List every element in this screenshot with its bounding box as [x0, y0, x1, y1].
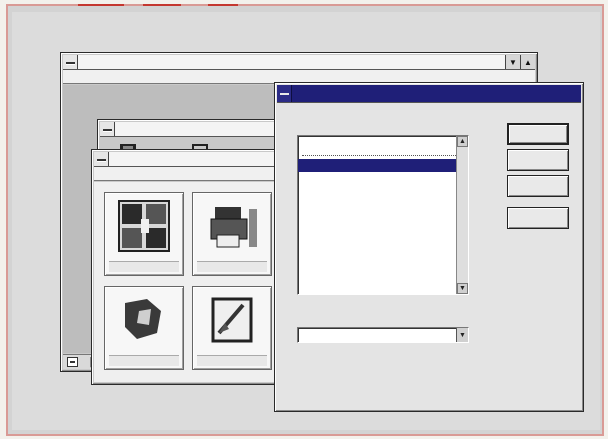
item-listbox[interactable]: ▲ ▼ [297, 135, 469, 295]
dialog-titlebar[interactable] [277, 85, 581, 103]
frame-mark [143, 4, 181, 6]
minimize-button[interactable]: ▼ [505, 55, 520, 69]
system-menu-icon[interactable] [63, 55, 78, 69]
scroll-up-arrow-icon[interactable]: ▲ [457, 136, 468, 147]
program-tile[interactable] [104, 286, 184, 370]
frame-mark [78, 4, 124, 6]
list-item[interactable] [298, 138, 468, 151]
shape-icon [125, 299, 161, 339]
dropdown-arrow-icon[interactable]: ▼ [456, 328, 468, 342]
dialog-button-3[interactable] [507, 175, 569, 197]
dialog-button-4[interactable] [507, 207, 569, 229]
screen: ▼ ▲ ▲ ▼ ▼ [12, 12, 600, 430]
program-tile-label [109, 355, 179, 366]
name-input[interactable]: ▼ [297, 327, 469, 343]
system-menu-icon[interactable] [94, 152, 109, 166]
status-icon [67, 357, 78, 367]
main-window-titlebar[interactable]: ▼ ▲ [63, 55, 535, 70]
program-tile[interactable] [192, 286, 272, 370]
frame-mark [208, 4, 238, 6]
program-tile[interactable] [192, 192, 272, 276]
program-tile-label [197, 355, 267, 366]
system-menu-icon[interactable] [100, 122, 115, 136]
drawing-icon [211, 297, 253, 343]
maximize-button[interactable]: ▲ [520, 55, 535, 69]
list-item-selected[interactable] [298, 159, 468, 172]
secondary-window-titlebar[interactable] [100, 122, 274, 137]
grid-icon [118, 200, 170, 252]
program-tile-label [197, 261, 267, 272]
scroll-down-arrow-icon[interactable]: ▼ [457, 283, 468, 294]
printer-icon [210, 207, 257, 248]
list-separator [302, 155, 460, 156]
program-tile-label [109, 261, 179, 272]
program-tile[interactable] [104, 192, 184, 276]
system-menu-icon[interactable] [277, 85, 292, 102]
list-scrollbar[interactable]: ▲ ▼ [456, 136, 468, 294]
dialog-window[interactable]: ▲ ▼ ▼ [274, 82, 584, 412]
dialog-button-2[interactable] [507, 149, 569, 171]
dialog-button-1[interactable] [507, 123, 569, 145]
